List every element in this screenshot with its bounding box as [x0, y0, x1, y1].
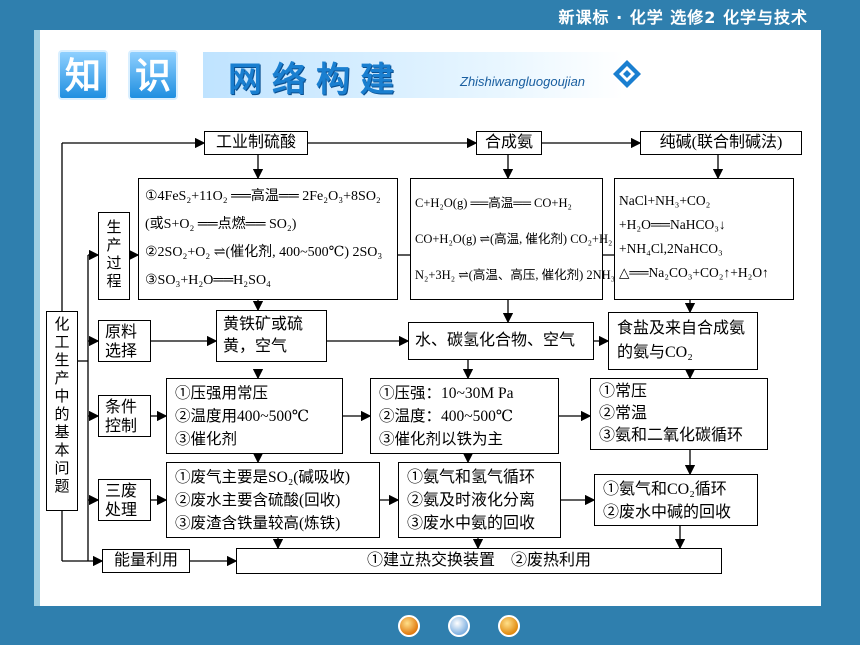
condition-ammonia-2: ②温度：400~500℃ — [379, 408, 514, 425]
waste-soda-1: ①氨气和CO₂循环 — [603, 481, 727, 498]
process-sulfuric-eq-1: ①4FeS₂+11O₂ ══高温══ 2Fe₂O₃+8SO₂ — [145, 189, 381, 204]
product-soda-label: 纯碱(联合制碱法) — [659, 134, 783, 151]
waste-soda-2: ②废水中碱的回收 — [603, 504, 732, 521]
material-ammonia-text: 水、碳氢化合物、空气 — [415, 332, 576, 349]
root-box: 化工生产中的基本问题 — [46, 311, 78, 511]
process-ammonia-eq-1: C+H₂O(g) ══高温══ CO+H₂ — [415, 196, 572, 210]
product-sulfuric-acid: 工业制硫酸 — [204, 131, 308, 155]
waste-sulfuric-1: ①废气主要是SO₂(碱吸收) — [175, 469, 351, 486]
row-energy-label: 能量利用 — [113, 552, 178, 569]
row-condition-label: 条件控制 — [105, 399, 138, 435]
product-ammonia: 合成氨 — [476, 131, 542, 155]
row-process-label: 生产过程 — [106, 220, 122, 290]
back-icon[interactable] — [448, 615, 470, 637]
condition-soda: ①常压 ②常温 ③氨和二氧化碳循环 — [590, 378, 768, 450]
process-soda-eq-2: +H₂O══NaHCO₃↓ — [619, 217, 726, 232]
condition-sulfuric-1: ①压强用常压 — [175, 385, 269, 402]
row-material-label: 原料选择 — [105, 324, 138, 360]
condition-ammonia: ①压强：10~30M Pa ②温度：400~500℃ ③催化剂以铁为主 — [370, 378, 559, 454]
material-ammonia: 水、碳氢化合物、空气 — [408, 322, 594, 360]
waste-ammonia-3: ③废水中氨的回收 — [407, 515, 536, 532]
condition-ammonia-1: ①压强：10~30M Pa — [379, 385, 514, 402]
process-ammonia-eq-2: CO+H₂O(g) ⇌(高温, 催化剂) CO₂+H₂ — [415, 232, 613, 246]
process-sulfuric-eq-3: ②2SO₂+O₂ ⇌(催化剂, 400~500℃) 2SO₃ — [145, 245, 383, 260]
condition-ammonia-3: ③催化剂以铁为主 — [379, 431, 504, 448]
row-waste: 三废处理 — [98, 479, 151, 521]
process-ammonia-eq-3: N₂+3H₂ ⇌(高温、高压, 催化剂) 2NH₃ — [415, 268, 616, 282]
row-condition: 条件控制 — [98, 395, 151, 437]
row-process: 生产过程 — [98, 212, 130, 300]
material-soda-text: 食盐及来自合成氨的氨与CO₂ — [617, 320, 746, 361]
process-ammonia-box: C+H₂O(g) ══高温══ CO+H₂ CO+H₂O(g) ⇌(高温, 催化… — [410, 178, 616, 300]
condition-soda-2: ②常温 — [599, 405, 648, 422]
product-ammonia-label: 合成氨 — [484, 134, 533, 151]
process-soda-eq-3: +NH₄Cl,2NaHCO₃ — [619, 241, 723, 256]
condition-soda-1: ①常压 — [599, 383, 648, 400]
row-energy: 能量利用 — [102, 549, 190, 573]
row-waste-label: 三废处理 — [105, 483, 138, 519]
waste-sulfuric-2: ②废水主要含硫酸(回收) — [175, 492, 341, 509]
waste-ammonia-1: ①氨气和氢气循环 — [407, 469, 536, 486]
condition-sulfuric-2: ②温度用400~500℃ — [175, 408, 310, 425]
material-sulfuric-text: 黄铁矿或硫黄，空气 — [223, 316, 304, 355]
material-soda: 食盐及来自合成氨的氨与CO₂ — [608, 312, 758, 370]
home-icon[interactable] — [398, 615, 420, 637]
row-material: 原料选择 — [98, 320, 151, 362]
process-soda-box: NaCl+NH₃+CO₂ +H₂O══NaHCO₃↓ +NH₄Cl,2NaHCO… — [614, 178, 794, 300]
waste-soda: ①氨气和CO₂循环 ②废水中碱的回收 — [594, 474, 758, 526]
process-soda-eq-1: NaCl+NH₃+CO₂ — [619, 193, 711, 208]
waste-sulfuric: ①废气主要是SO₂(碱吸收) ②废水主要含硫酸(回收) ③废渣含铁量较高(炼铁) — [166, 462, 380, 538]
condition-sulfuric-3: ③催化剂 — [175, 431, 238, 448]
product-soda: 纯碱(联合制碱法) — [640, 131, 802, 155]
product-sulfuric-acid-label: 工业制硫酸 — [215, 134, 296, 151]
condition-soda-3: ③氨和二氧化碳循环 — [599, 427, 744, 444]
waste-ammonia-2: ②氨及时液化分离 — [407, 492, 536, 509]
material-sulfuric: 黄铁矿或硫黄，空气 — [216, 310, 327, 362]
process-soda-eq-4: △══Na₂CO₃+CO₂↑+H₂O↑ — [619, 265, 769, 280]
forward-icon[interactable] — [498, 615, 520, 637]
process-sulfuric-box: ①4FeS₂+11O₂ ══高温══ 2Fe₂O₃+8SO₂ (或S+O₂ ══… — [138, 178, 398, 300]
process-sulfuric-eq-4: ③SO₃+H₂O══H₂SO₄ — [145, 273, 271, 288]
condition-sulfuric: ①压强用常压 ②温度用400~500℃ ③催化剂 — [166, 378, 343, 454]
energy-text: ①建立热交换装置 ②废热利用 — [366, 552, 591, 569]
root-label: 化工生产中的基本问题 — [54, 317, 70, 495]
waste-ammonia: ①氨气和氢气循环 ②氨及时液化分离 ③废水中氨的回收 — [398, 462, 561, 538]
waste-sulfuric-3: ③废渣含铁量较高(炼铁) — [175, 515, 341, 532]
energy-box: ①建立热交换装置 ②废热利用 — [236, 548, 722, 574]
process-sulfuric-eq-2: (或S+O₂ ══点燃══ SO₂) — [145, 217, 297, 232]
